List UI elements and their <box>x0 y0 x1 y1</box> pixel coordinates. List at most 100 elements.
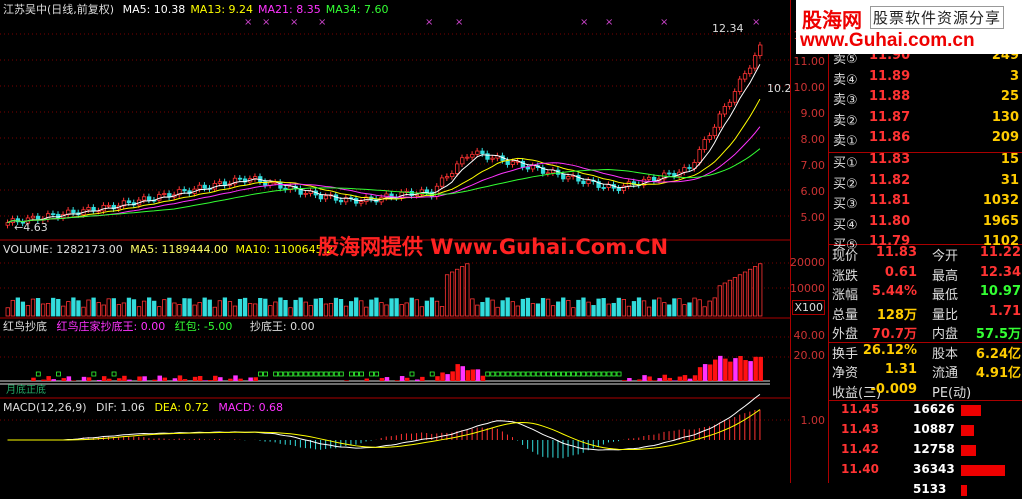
indicator-bar <box>213 376 218 381</box>
candle <box>617 188 621 190</box>
volume-bar <box>188 299 192 316</box>
volume-bar <box>16 298 20 316</box>
ask-row[interactable]: 卖④11.893 <box>829 69 1022 90</box>
ask-row[interactable]: 卖②11.87130 <box>829 110 1022 131</box>
candle <box>158 195 162 201</box>
tick-level-row[interactable]: 11.4516626 <box>829 402 1022 419</box>
quote-value: 1.31 <box>885 362 917 377</box>
indicator-mark <box>36 372 40 376</box>
candle <box>708 136 712 140</box>
volume-bar <box>319 298 323 316</box>
logo-slogan: 股票软件资源分享 <box>870 6 1004 29</box>
order-level-name: 买① <box>833 152 858 171</box>
volume-bar <box>390 299 394 316</box>
indicator-bar <box>455 364 460 381</box>
tick-level-row[interactable]: 11.4212758 <box>829 442 1022 459</box>
candle <box>455 164 459 174</box>
volume-bar <box>430 298 434 316</box>
quote-row: 总量128万量比1.71 <box>829 304 1022 325</box>
indicator-bar <box>657 378 662 381</box>
volume-bar <box>41 304 45 316</box>
level-bar <box>961 425 974 436</box>
quote-value: 11.22 <box>980 245 1021 260</box>
volume-bar <box>698 300 702 316</box>
indicator-bar <box>87 377 92 381</box>
quote-value: 128万 <box>877 304 917 323</box>
level-price: 11.45 <box>841 402 879 416</box>
indicator-bar <box>67 376 72 381</box>
signal-marker: × <box>318 17 326 28</box>
candle <box>688 167 692 168</box>
order-level-name: 卖② <box>833 110 858 129</box>
volume-bar <box>420 307 424 316</box>
candle <box>147 197 151 200</box>
volume-bar <box>748 269 752 316</box>
indicator-mark <box>319 372 323 376</box>
volume-bar <box>233 306 237 316</box>
volume-bar <box>334 298 338 316</box>
indicator-bar <box>198 376 203 381</box>
quote-label: 量比 <box>932 304 958 323</box>
volume-bar <box>198 302 202 316</box>
quote-label: 最低 <box>932 284 958 303</box>
volume-bar <box>294 300 298 316</box>
order-volume: 1965 <box>983 214 1019 229</box>
tick-level-row[interactable]: 11.4036343 <box>829 462 1022 479</box>
indicator-bar <box>178 375 183 381</box>
indicator-bar <box>440 372 445 381</box>
level-volume: 5133 <box>913 482 946 496</box>
level-price: 11.43 <box>841 422 879 436</box>
indicator-mark <box>329 372 333 376</box>
chart-area[interactable]: ×××××××××× 江苏吴中(日线,前复权) MA5: 10.38MA13: … <box>0 0 790 483</box>
tick-level-row[interactable]: 11.4310887 <box>829 422 1022 439</box>
volume-bar <box>183 299 187 316</box>
close-tag: 10.2 <box>767 82 792 96</box>
volume-bar <box>461 267 465 317</box>
candle <box>183 189 187 190</box>
indicator-bar <box>97 380 102 381</box>
volume-bar <box>158 307 162 316</box>
bid-row[interactable]: 买③11.811032 <box>829 193 1022 214</box>
volume-bar <box>77 301 81 316</box>
indicator-bar <box>46 376 51 381</box>
volume-bar <box>97 302 101 316</box>
bid-row[interactable]: 买②11.8231 <box>829 173 1022 194</box>
indicator-bar <box>733 358 738 381</box>
quote-panel: 卖⑤11.90249卖④11.893卖③11.8825卖②11.87130卖①1… <box>828 0 1022 483</box>
indicator-bar <box>678 377 683 381</box>
candle <box>567 176 571 178</box>
bid-row[interactable]: 买④11.801965 <box>829 214 1022 235</box>
quote-row: 换手26.12%股本6.24亿 <box>829 343 1022 364</box>
volume-bar <box>92 298 96 316</box>
order-volume: 3 <box>1010 69 1019 84</box>
price-axis-tick: 5.00 <box>801 211 826 224</box>
ma-legend-item: MA5: 10.38 <box>123 3 186 16</box>
ask-row[interactable]: 卖③11.8825 <box>829 89 1022 110</box>
tick-level-row[interactable]: 5133 <box>829 482 1022 499</box>
indicator-mark <box>314 372 318 376</box>
volume-bar <box>476 305 480 316</box>
candle <box>668 173 672 174</box>
volume-bar <box>26 306 30 316</box>
volume-bar <box>173 303 177 316</box>
volume-bar <box>637 298 641 316</box>
volume-bar <box>122 303 126 316</box>
quote-label: 外盘 <box>832 323 858 342</box>
volume-bar <box>248 303 252 316</box>
quote-label: 股本 <box>932 343 958 362</box>
volume-bar <box>612 303 616 316</box>
indicator-mark <box>612 372 616 376</box>
high-price-label: 12.34 <box>712 22 744 36</box>
candle <box>253 177 257 179</box>
candle <box>445 177 449 178</box>
indicator-bar <box>420 377 425 381</box>
volume-bar <box>728 280 732 316</box>
volume-bar <box>152 301 156 316</box>
indicator-bar <box>693 375 698 381</box>
candle <box>339 200 343 202</box>
volume-bar <box>718 286 722 316</box>
indicator-bar <box>208 380 213 381</box>
quote-label: 净资 <box>832 362 858 381</box>
ask-row[interactable]: 卖①11.86209 <box>829 130 1022 151</box>
bid-row[interactable]: 买①11.8315 <box>829 152 1022 173</box>
